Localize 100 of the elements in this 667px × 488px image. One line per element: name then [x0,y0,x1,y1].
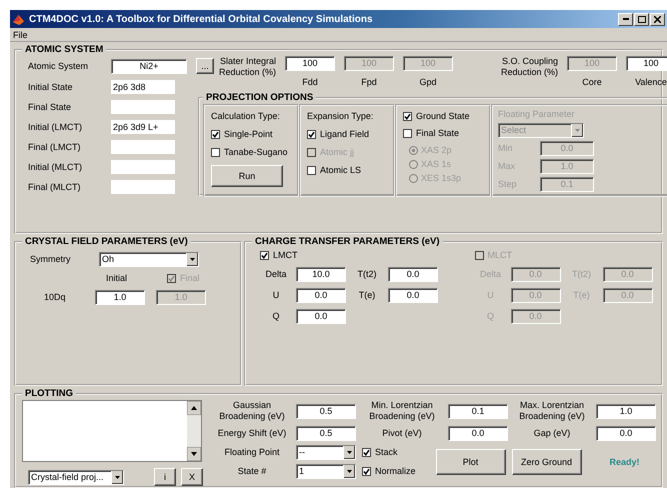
input-field[interactable]: 10.0 [296,267,346,282]
panel-title: CHARGE TRANSFER PARAMETERS (eV) [254,236,441,248]
small-button[interactable]: i [154,468,176,486]
browse-button[interactable]: ... [196,58,214,74]
checkbox[interactable] [307,166,316,175]
field-label: Min. Lorentzian Broadening (eV) [368,400,436,422]
dropdown[interactable]: 1 [296,464,356,479]
column-label: Fpd [361,77,377,88]
caret-icon [575,129,580,132]
checkbox[interactable] [403,112,412,121]
maximize-icon [638,16,646,22]
checkbox-label: Atomic jj [320,147,354,158]
field-label: Max. Lorentzian Broadening (eV) [518,400,586,422]
minimize-icon [622,18,628,20]
app-logo-icon [12,12,25,26]
field-label: Max [498,161,516,172]
column-label: Fdd [302,77,318,88]
field-label: S.O. Coupling Reduction (%) [500,56,558,78]
input-field[interactable]: 1.0 [95,290,145,305]
caret-icon [347,451,352,454]
checkbox-label: Stack [375,447,398,458]
field-label: Atomic System [27,60,90,72]
action-button[interactable]: Zero Ground [512,449,582,475]
dropdown[interactable]: -- [296,445,356,460]
checkbox[interactable] [307,130,316,139]
input-field[interactable]: 100 [285,56,335,71]
maximize-button[interactable] [634,12,649,26]
radio-label: XAS 1s [421,159,452,170]
radio-label: XAS 2p [421,145,452,156]
dropdown[interactable]: Oh [99,252,199,267]
menu-item[interactable]: File [13,30,28,40]
input-field[interactable]: 0.0 [296,309,346,324]
field-label: Initial (LMCT) [27,122,84,132]
run-button[interactable]: Run [211,165,283,187]
checkbox-label: Ligand Field [320,129,370,140]
field-label: T(e) [572,290,591,301]
dropdown[interactable]: Crystal-field proj... [28,470,124,484]
checkbox-label: Tanabe-Sugano [224,147,288,158]
field-label: Step [498,179,517,190]
field-label: 10Dq [43,292,67,303]
minimize-button[interactable] [618,12,633,26]
checkbox[interactable] [260,251,269,260]
input-field[interactable]: 0.1 [448,404,508,418]
list-box[interactable] [22,400,202,462]
checkbox[interactable] [211,130,220,139]
input-field[interactable]: 0.0 [596,426,656,441]
scrollbar[interactable] [187,401,201,461]
checkbox-label: Single-Point [224,129,273,140]
input-field[interactable] [111,100,175,114]
panel-title: PLOTTING [24,388,74,400]
action-button[interactable]: Plot [436,449,506,475]
checkbox-label: MLCT [488,250,512,261]
field-label: Energy Shift (eV) [216,428,288,439]
field-label: Floating Point [223,447,281,458]
input-field[interactable] [111,140,175,154]
input-field[interactable]: 0.5 [296,404,356,418]
field-label: Initial State [27,82,74,92]
field-label: T(t2) [571,269,592,280]
scroll-up-icon[interactable] [187,401,201,415]
field-label: Q [486,311,495,322]
checkbox[interactable] [403,129,412,138]
input-field[interactable]: 2p6 3d8 [111,80,175,94]
checkbox-label: Final [180,273,200,284]
input-field[interactable]: 0.0 [296,288,346,303]
panel-title: ATOMIC SYSTEM [24,44,104,56]
checkbox-label: LMCT [273,250,298,261]
group-title: Expansion Type: [307,111,374,122]
checkbox-label: Normalize [375,466,416,477]
checkbox[interactable] [362,448,371,457]
input-field[interactable]: 2p6 3d9 L+ [111,120,175,134]
checkbox[interactable] [211,148,220,157]
input-field[interactable] [111,160,175,174]
column-label: Core [582,77,602,88]
field-label: Delta [264,269,288,280]
input-field[interactable]: 1.0 [596,404,656,418]
scroll-down-icon[interactable] [187,447,201,461]
checkbox-label: Final State [416,128,460,139]
close-button[interactable] [650,12,665,26]
field-label: Final (LMCT) [27,142,82,152]
input-field[interactable]: 0.0 [388,288,438,303]
panel-title: PROJECTION OPTIONS [205,92,314,104]
field-label: Gap (eV) [532,428,572,439]
input-field[interactable]: 100 [626,56,667,71]
panel-title: CRYSTAL FIELD PARAMETERS (eV) [24,236,189,248]
close-icon [654,16,661,22]
field-label: Delta [478,269,502,280]
field-label: Final (MLCT) [27,182,82,192]
input-field[interactable] [111,180,175,194]
field-label: U [486,290,495,301]
field-label: State # [236,466,268,477]
input-field[interactable]: 0.5 [296,426,356,441]
field-label: Q [271,311,280,322]
caret-icon [115,476,120,478]
caret-icon [347,470,352,473]
input-field[interactable]: 0.0 [388,267,438,282]
field-label: Gaussian Broadening (eV) [218,400,286,422]
input-field[interactable]: 0.0 [448,426,508,441]
small-button[interactable]: X [181,468,203,486]
checkbox[interactable] [362,467,371,476]
input-field[interactable]: Ni2+ [111,58,187,74]
